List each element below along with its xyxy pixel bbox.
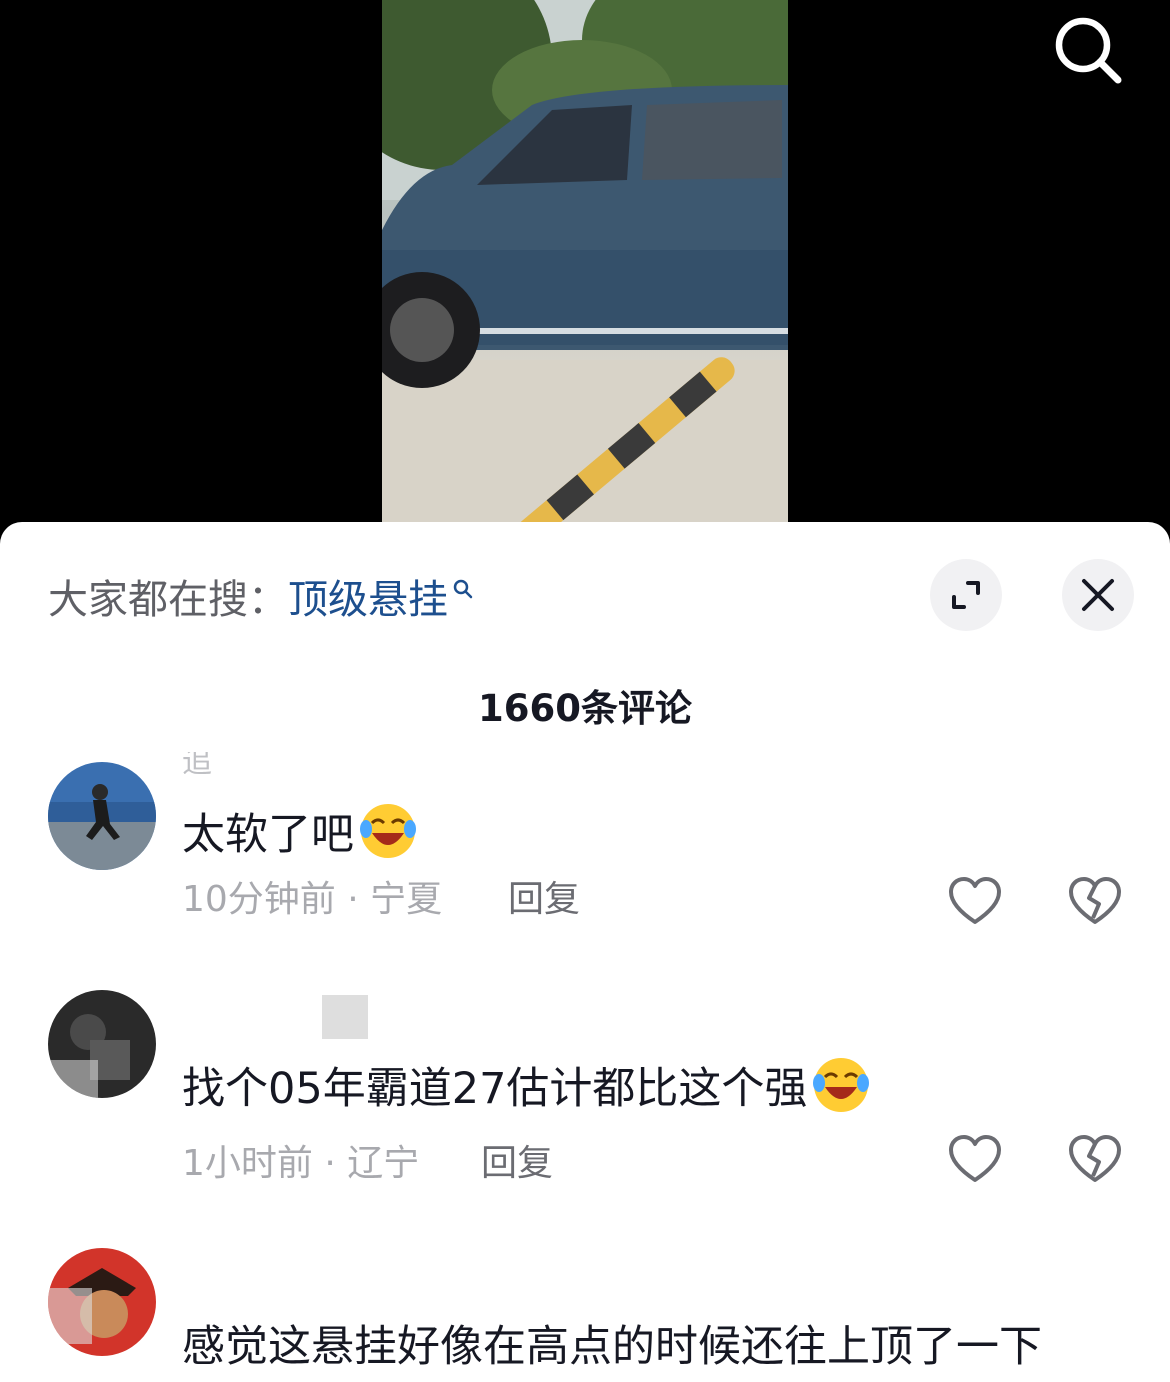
avatar[interactable] bbox=[48, 990, 156, 1098]
video-scene-car bbox=[382, 0, 788, 530]
laughing-crying-emoji-icon bbox=[358, 801, 418, 861]
comment-meta: 1小时前 · 辽宁 bbox=[182, 1143, 420, 1184]
avatar[interactable] bbox=[48, 762, 156, 870]
hot-search-prefix: 大家都在搜： bbox=[48, 577, 288, 623]
comment-username[interactable]: 追 bbox=[182, 752, 212, 774]
comment-item: 追 太软了吧 10分钟前 · 宁夏 回复 bbox=[0, 752, 1170, 952]
comment-text-content: 找个05年霸道27估计都比这个强 bbox=[182, 1064, 808, 1114]
video-player[interactable] bbox=[0, 0, 1170, 540]
comment-count: 1660条评论 bbox=[478, 687, 692, 730]
close-icon bbox=[1082, 579, 1114, 611]
hot-search-term[interactable]: 顶级悬挂 bbox=[288, 567, 448, 625]
laughing-crying-emoji-icon bbox=[811, 1055, 871, 1115]
comment-text-content: 太软了吧 bbox=[182, 810, 354, 860]
comments-panel: 大家都在搜： 顶级悬挂 1660条评论 追 太软了吧 10分钟前 · 宁夏 回复… bbox=[0, 522, 1170, 1382]
comment-meta: 10分钟前 · 宁夏 bbox=[182, 879, 443, 920]
close-button[interactable] bbox=[1062, 559, 1134, 631]
video-frame[interactable] bbox=[382, 0, 788, 530]
username-redaction bbox=[322, 995, 368, 1039]
comment-text: 感觉这悬挂好像在高点的时候还往上顶了一下 bbox=[182, 1308, 1042, 1378]
comment-item: 找个05年霸道27估计都比这个强 1小时前 · 辽宁 回复 bbox=[0, 990, 1170, 1230]
comment-text: 找个05年霸道27估计都比这个强 bbox=[182, 1050, 871, 1120]
dislike-icon[interactable] bbox=[1067, 1132, 1123, 1188]
expand-icon bbox=[952, 581, 980, 609]
reply-button[interactable]: 回复 bbox=[481, 1134, 553, 1186]
like-icon[interactable] bbox=[947, 874, 1003, 930]
comment-text: 太软了吧 bbox=[182, 796, 418, 866]
avatar[interactable] bbox=[48, 1248, 156, 1356]
reply-button[interactable]: 回复 bbox=[508, 870, 580, 922]
small-search-icon bbox=[452, 564, 474, 610]
hot-search-suggestion[interactable]: 大家都在搜： 顶级悬挂 bbox=[48, 568, 474, 624]
comment-text-content: 感觉这悬挂好像在高点的时候还往上顶了一下 bbox=[182, 1322, 1042, 1372]
dislike-icon[interactable] bbox=[1067, 874, 1123, 930]
expand-button[interactable] bbox=[930, 559, 1002, 631]
like-icon[interactable] bbox=[947, 1132, 1003, 1188]
search-icon[interactable] bbox=[1048, 10, 1128, 90]
